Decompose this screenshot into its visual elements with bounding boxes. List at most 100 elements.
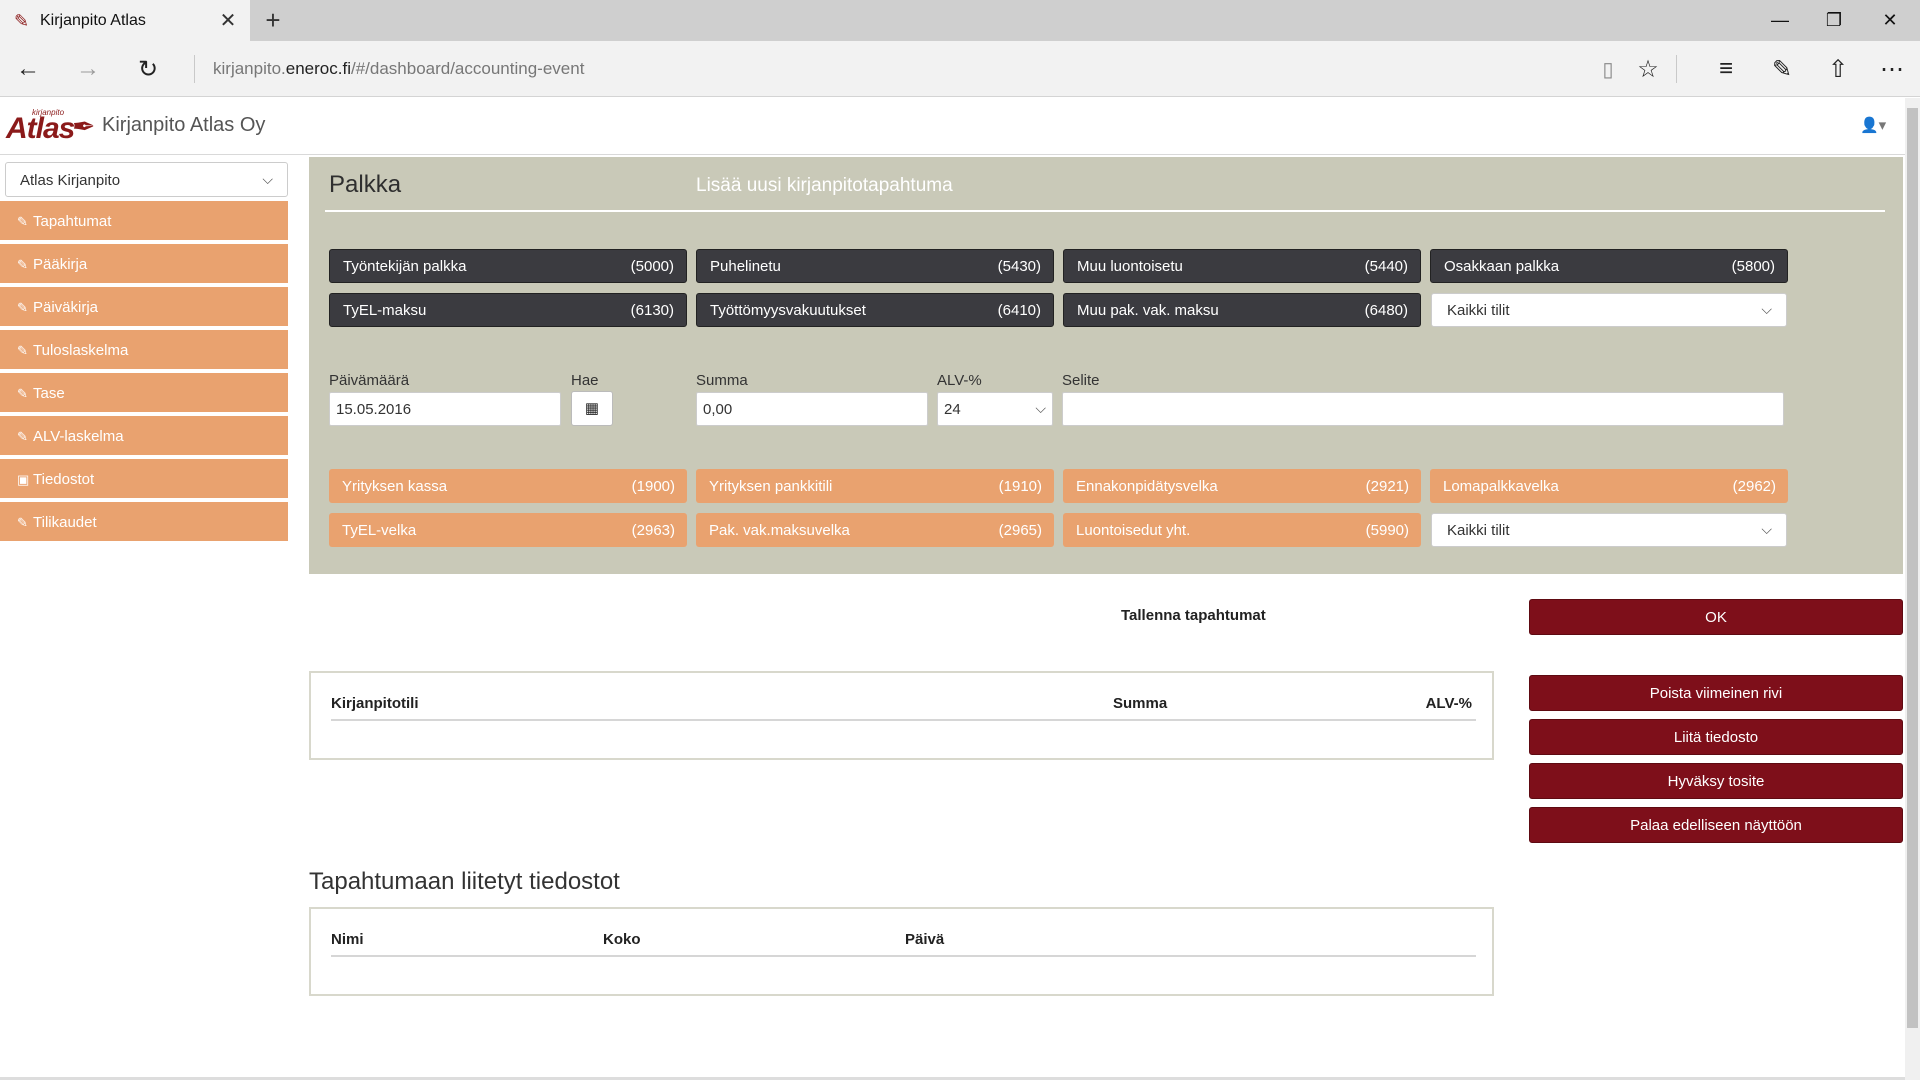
minimize-icon[interactable]: — bbox=[1752, 0, 1808, 41]
sidebar-item-label: Päiväkirja bbox=[33, 299, 99, 316]
account-code: (1900) bbox=[631, 477, 675, 495]
sidebar-item-tase[interactable]: ✎ Tase bbox=[0, 373, 288, 414]
new-tab-icon[interactable]: + bbox=[258, 6, 288, 36]
logo-quill-icon: ✒ bbox=[72, 111, 96, 142]
sidebar-item-alv-laskelma[interactable]: ✎ ALV-laskelma bbox=[0, 416, 288, 457]
close-tab-icon[interactable]: ✕ bbox=[218, 8, 238, 33]
scrollbar-thumb[interactable] bbox=[1907, 108, 1918, 1028]
user-menu-icon[interactable]: 👤▾ bbox=[1860, 116, 1886, 134]
sidebar-item-paivakirja[interactable]: ✎ Päiväkirja bbox=[0, 287, 288, 328]
column-header-sum: Summa bbox=[1113, 695, 1168, 712]
approve-voucher-button[interactable]: Hyväksy tosite bbox=[1529, 763, 1903, 799]
credit-account-button[interactable]: Ennakonpidätysvelka (2921) bbox=[1063, 469, 1421, 503]
hub-icon[interactable]: ≡ bbox=[1706, 51, 1746, 87]
browser-tab-bar: ✎ Kirjanpito Atlas ✕ + — ❐ ✕ bbox=[0, 0, 1920, 41]
search-label: Hae bbox=[571, 372, 599, 389]
account-name: Muu pak. vak. maksu bbox=[1077, 301, 1219, 319]
account-name: Lomapalkkavelka bbox=[1443, 477, 1559, 495]
page-scrollbar[interactable] bbox=[1905, 98, 1920, 1080]
sidebar-item-tiedostot[interactable]: ▣ Tiedostot bbox=[0, 459, 288, 500]
debit-account-select[interactable]: Kaikki tilit ⌵ bbox=[1431, 293, 1787, 327]
debit-account-button[interactable]: Työttömyysvakuutukset (6410) bbox=[696, 293, 1054, 327]
credit-account-button[interactable]: Pak. vak.maksuvelka (2965) bbox=[696, 513, 1054, 547]
sidebar-item-label: Tuloslaskelma bbox=[33, 342, 129, 359]
vat-label: ALV-% bbox=[937, 372, 982, 389]
sidebar-item-paakirja[interactable]: ✎ Pääkirja bbox=[0, 244, 288, 285]
entries-table-header: Kirjanpitotili Summa ALV-% bbox=[331, 673, 1476, 721]
favorite-star-icon[interactable]: ☆ bbox=[1628, 51, 1668, 87]
edit-icon: ✎ bbox=[17, 300, 28, 315]
account-code: (2963) bbox=[631, 521, 675, 539]
sidebar-item-tapahtumat[interactable]: ✎ Tapahtumat bbox=[0, 201, 288, 242]
debit-account-button[interactable]: TyEL-maksu (6130) bbox=[329, 293, 687, 327]
debit-account-button[interactable]: Työntekijän palkka (5000) bbox=[329, 249, 687, 283]
forward-icon[interactable]: → bbox=[68, 51, 108, 87]
debit-account-button[interactable]: Muu pak. vak. maksu (6480) bbox=[1063, 293, 1421, 327]
chevron-down-icon: ⌵ bbox=[1761, 521, 1772, 537]
credit-account-button[interactable]: Yrityksen kassa (1900) bbox=[329, 469, 687, 503]
restore-icon[interactable]: ❐ bbox=[1806, 0, 1862, 41]
calendar-button[interactable]: ▦ bbox=[571, 391, 613, 426]
column-header-account: Kirjanpitotili bbox=[331, 695, 419, 712]
browser-tab[interactable]: ✎ Kirjanpito Atlas ✕ bbox=[0, 0, 250, 41]
vat-select[interactable]: 24 ⌵ bbox=[937, 392, 1053, 426]
credit-account-button[interactable]: Yrityksen pankkitili (1910) bbox=[696, 469, 1054, 503]
share-icon[interactable]: ⇧ bbox=[1818, 51, 1858, 87]
sidebar-item-label: Tase bbox=[33, 385, 65, 402]
debit-account-button[interactable]: Puhelinetu (5430) bbox=[696, 249, 1054, 283]
account-code: (5990) bbox=[1365, 521, 1409, 539]
sidebar-item-label: Tapahtumat bbox=[33, 213, 112, 230]
sidebar-item-label: Tilikaudet bbox=[33, 514, 97, 531]
account-name: Pak. vak.maksuvelka bbox=[709, 521, 850, 539]
tab-title: Kirjanpito Atlas bbox=[40, 11, 146, 29]
more-icon[interactable]: ⋯ bbox=[1872, 51, 1912, 87]
account-name: Työntekijän palkka bbox=[343, 257, 467, 275]
sidebar-item-tilikaudet[interactable]: ✎ Tilikaudet bbox=[0, 502, 288, 543]
column-header-name: Nimi bbox=[331, 931, 364, 948]
reading-view-icon[interactable]: ▯ bbox=[1588, 51, 1628, 87]
credit-account-select[interactable]: Kaikki tilit ⌵ bbox=[1431, 513, 1787, 547]
column-header-size: Koko bbox=[603, 931, 641, 948]
back-to-previous-button[interactable]: Palaa edelliseen näyttöön bbox=[1529, 807, 1903, 843]
favicon-quill-icon: ✎ bbox=[14, 10, 30, 31]
address-bar[interactable]: kirjanpito.eneroc.fi/#/dashboard/account… bbox=[213, 59, 584, 79]
account-name: Luontoisedut yht. bbox=[1076, 521, 1191, 539]
debit-select-value: Kaikki tilit bbox=[1447, 302, 1510, 319]
credit-account-button[interactable]: Lomapalkkavelka (2962) bbox=[1430, 469, 1788, 503]
credit-account-button[interactable]: Luontoisedut yht. (5990) bbox=[1063, 513, 1421, 547]
attach-file-button[interactable]: Liitä tiedosto bbox=[1529, 719, 1903, 755]
files-table-header: Nimi Koko Päivä bbox=[331, 909, 1476, 957]
save-icon: ▣ bbox=[17, 472, 30, 487]
company-name: Kirjanpito Atlas Oy bbox=[102, 114, 266, 136]
close-window-icon[interactable]: ✕ bbox=[1862, 0, 1918, 41]
account-code: (2965) bbox=[998, 521, 1042, 539]
debit-account-button[interactable]: Muu luontoisetu (5440) bbox=[1063, 249, 1421, 283]
account-code: (2962) bbox=[1732, 477, 1776, 495]
account-code: (6480) bbox=[1364, 301, 1408, 319]
panel-divider bbox=[325, 210, 1885, 212]
column-header-vat: ALV-% bbox=[1425, 695, 1472, 712]
back-icon[interactable]: ← bbox=[8, 51, 48, 87]
debit-account-button[interactable]: Osakkaan palkka (5800) bbox=[1430, 249, 1788, 283]
ok-button[interactable]: OK bbox=[1529, 599, 1903, 635]
attached-files-title: Tapahtumaan liitetyt tiedostot bbox=[309, 868, 620, 895]
sum-label: Summa bbox=[696, 372, 748, 389]
company-select[interactable]: Atlas Kirjanpito ⌵ bbox=[5, 162, 288, 197]
sum-input[interactable]: 0,00 bbox=[696, 392, 928, 426]
credit-select-value: Kaikki tilit bbox=[1447, 522, 1510, 539]
account-code: (5440) bbox=[1364, 257, 1408, 275]
date-input[interactable]: 15.05.2016 bbox=[329, 392, 561, 426]
web-note-icon[interactable]: ✎ bbox=[1762, 51, 1802, 87]
account-code: (5430) bbox=[997, 257, 1041, 275]
sidebar-item-tuloslaskelma[interactable]: ✎ Tuloslaskelma bbox=[0, 330, 288, 371]
refresh-icon[interactable]: ↻ bbox=[128, 51, 168, 87]
delete-last-row-button[interactable]: Poista viimeinen rivi bbox=[1529, 675, 1903, 711]
panel-subtitle: Lisää uusi kirjanpitotapahtuma bbox=[696, 175, 953, 196]
chevron-down-icon: ⌵ bbox=[1035, 400, 1046, 416]
entries-table: Kirjanpitotili Summa ALV-% bbox=[309, 671, 1494, 760]
account-code: (5800) bbox=[1731, 257, 1775, 275]
event-type-title: Palkka bbox=[329, 171, 402, 198]
credit-account-button[interactable]: TyEL-velka (2963) bbox=[329, 513, 687, 547]
vat-select-value: 24 bbox=[944, 401, 961, 418]
description-input[interactable] bbox=[1062, 392, 1784, 426]
